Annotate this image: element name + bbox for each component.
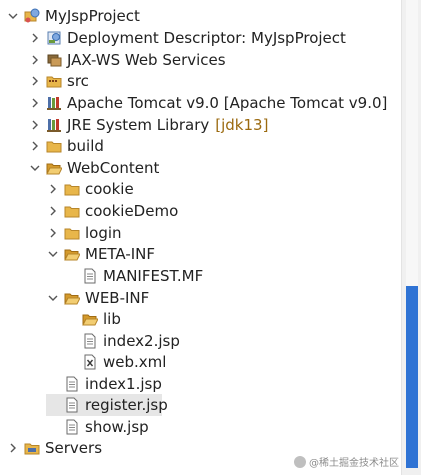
tree-item-label: build	[67, 137, 104, 155]
folder-icon	[64, 203, 80, 219]
tree-item-label: index1.jsp	[85, 375, 162, 393]
tree-item-cookie[interactable]: cookie	[46, 178, 135, 200]
chevron-right-icon[interactable]	[28, 139, 42, 153]
tree-item-label: login	[85, 224, 122, 242]
folder-icon	[24, 440, 40, 456]
tree-item-label: Servers	[45, 439, 103, 457]
tree-item-lib[interactable]: lib	[64, 308, 122, 330]
tree-item-project[interactable]: MyJspProject	[6, 5, 141, 27]
tree-item-label: Deployment Descriptor: MyJspProject	[67, 29, 346, 47]
chevron-down-icon[interactable]	[46, 247, 60, 261]
chevron-right-icon[interactable]	[46, 182, 60, 196]
chevron-right-icon[interactable]	[28, 96, 42, 110]
tree-item-label: Apache Tomcat v9.0 [Apache Tomcat v9.0]	[67, 94, 388, 112]
chevron-right-icon[interactable]	[46, 226, 60, 240]
deployment-descriptor-icon	[46, 30, 62, 46]
tree-item-manifest[interactable]: MANIFEST.MF	[64, 265, 204, 287]
folder-open-icon	[64, 290, 80, 306]
jsp-file-icon	[64, 376, 80, 392]
tree-item-label: MANIFEST.MF	[103, 267, 204, 285]
folder-open-icon	[82, 311, 98, 327]
scrollbar-thumb[interactable]	[406, 286, 418, 468]
tree-item-label: web.xml	[103, 353, 167, 371]
chevron-down-icon[interactable]	[28, 161, 42, 175]
folder-icon	[64, 181, 80, 197]
web-services-icon	[46, 52, 62, 68]
tree-item-label: WebContent	[67, 159, 160, 177]
tree-item-tomcat[interactable]: Apache Tomcat v9.0 [Apache Tomcat v9.0]	[28, 92, 388, 114]
watermark-text: @稀土掘金技术社区	[309, 458, 399, 469]
text-file-icon	[82, 268, 98, 284]
chevron-right-icon[interactable]	[6, 441, 20, 455]
tree-item-servers[interactable]: Servers	[6, 437, 103, 459]
chevron-right-icon[interactable]	[28, 118, 42, 132]
tree-item-label: MyJspProject	[45, 7, 140, 25]
tree-item-label: lib	[103, 310, 121, 328]
tree-item-label: META-INF	[85, 245, 156, 263]
tree-item-webxml[interactable]: web.xml	[64, 351, 167, 373]
tree-item-decoration: [jdk13]	[215, 116, 269, 134]
watermark: @稀土掘金技术社区	[294, 454, 399, 469]
chevron-down-icon[interactable]	[46, 291, 60, 305]
project-explorer: MyJspProject Deployment Descriptor: MyJs…	[0, 0, 421, 475]
vertical-scrollbar[interactable]	[401, 0, 421, 475]
scrollbar-track[interactable]	[406, 0, 418, 286]
tree-item-label: index2.jsp	[103, 332, 180, 350]
jsp-file-icon	[82, 333, 98, 349]
tree-item-jre[interactable]: JRE System Library [jdk13]	[28, 114, 269, 136]
tree-item-show[interactable]: show.jsp	[46, 416, 150, 438]
tree-item-label: src	[67, 72, 89, 90]
chevron-right-icon[interactable]	[28, 53, 42, 67]
xml-file-icon	[82, 354, 98, 370]
library-icon	[46, 117, 62, 133]
folder-icon	[46, 138, 62, 154]
folder-open-icon	[64, 246, 80, 262]
tree-item-meta-inf[interactable]: META-INF	[46, 243, 156, 265]
tree-item-webcontent[interactable]: WebContent	[28, 157, 160, 179]
tree-item-register[interactable]: register.jsp	[46, 394, 168, 416]
tree-item-web-inf[interactable]: WEB-INF	[46, 287, 150, 309]
jsp-file-icon	[64, 419, 80, 435]
tree-item-label: WEB-INF	[85, 289, 150, 307]
tree-item-label: cookie	[85, 180, 134, 198]
jsp-file-icon	[64, 397, 80, 413]
folder-open-icon	[46, 160, 62, 176]
watermark-logo-icon	[294, 455, 306, 468]
chevron-right-icon[interactable]	[46, 204, 60, 218]
chevron-right-icon[interactable]	[28, 74, 42, 88]
tree-item-build[interactable]: build	[28, 135, 105, 157]
library-icon	[46, 95, 62, 111]
tree-item-label: show.jsp	[85, 418, 149, 436]
tree-item-index2[interactable]: index2.jsp	[64, 330, 181, 352]
tree-item-label: JAX-WS Web Services	[67, 51, 226, 69]
tree-item-login[interactable]: login	[46, 222, 123, 244]
tree-item-src[interactable]: src	[28, 70, 90, 92]
tree-item-label: cookieDemo	[85, 202, 179, 220]
tree-item-label: JRE System Library	[67, 116, 210, 134]
chevron-down-icon[interactable]	[6, 9, 20, 23]
tree-item-label: register.jsp	[85, 396, 168, 414]
tree-item-deployment-descriptor[interactable]: Deployment Descriptor: MyJspProject	[28, 27, 347, 49]
web-project-icon	[24, 8, 40, 24]
tree-item-jaxws[interactable]: JAX-WS Web Services	[28, 49, 227, 71]
chevron-right-icon[interactable]	[28, 31, 42, 45]
folder-icon	[64, 225, 80, 241]
source-folder-icon	[46, 73, 62, 89]
tree-item-cookiedemo[interactable]: cookieDemo	[46, 200, 179, 222]
tree-item-index1[interactable]: index1.jsp	[46, 373, 163, 395]
